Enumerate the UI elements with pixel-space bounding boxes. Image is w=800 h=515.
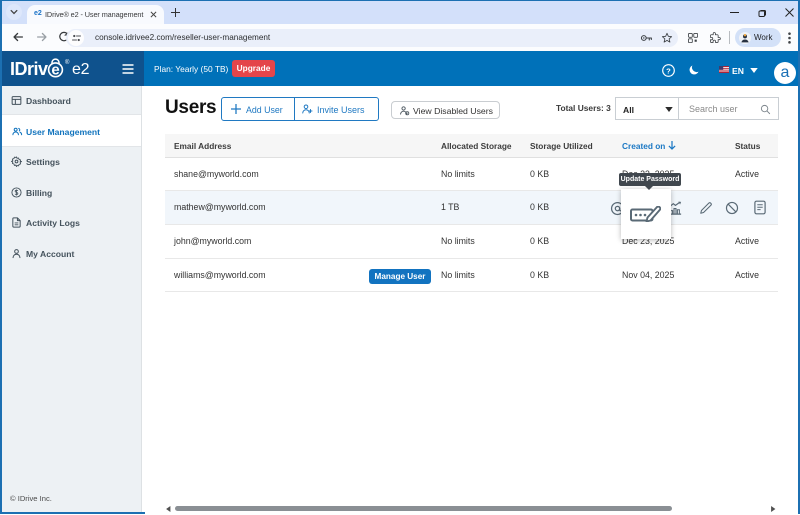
svg-text:e: e bbox=[51, 62, 59, 79]
svg-text:?: ? bbox=[666, 66, 671, 75]
